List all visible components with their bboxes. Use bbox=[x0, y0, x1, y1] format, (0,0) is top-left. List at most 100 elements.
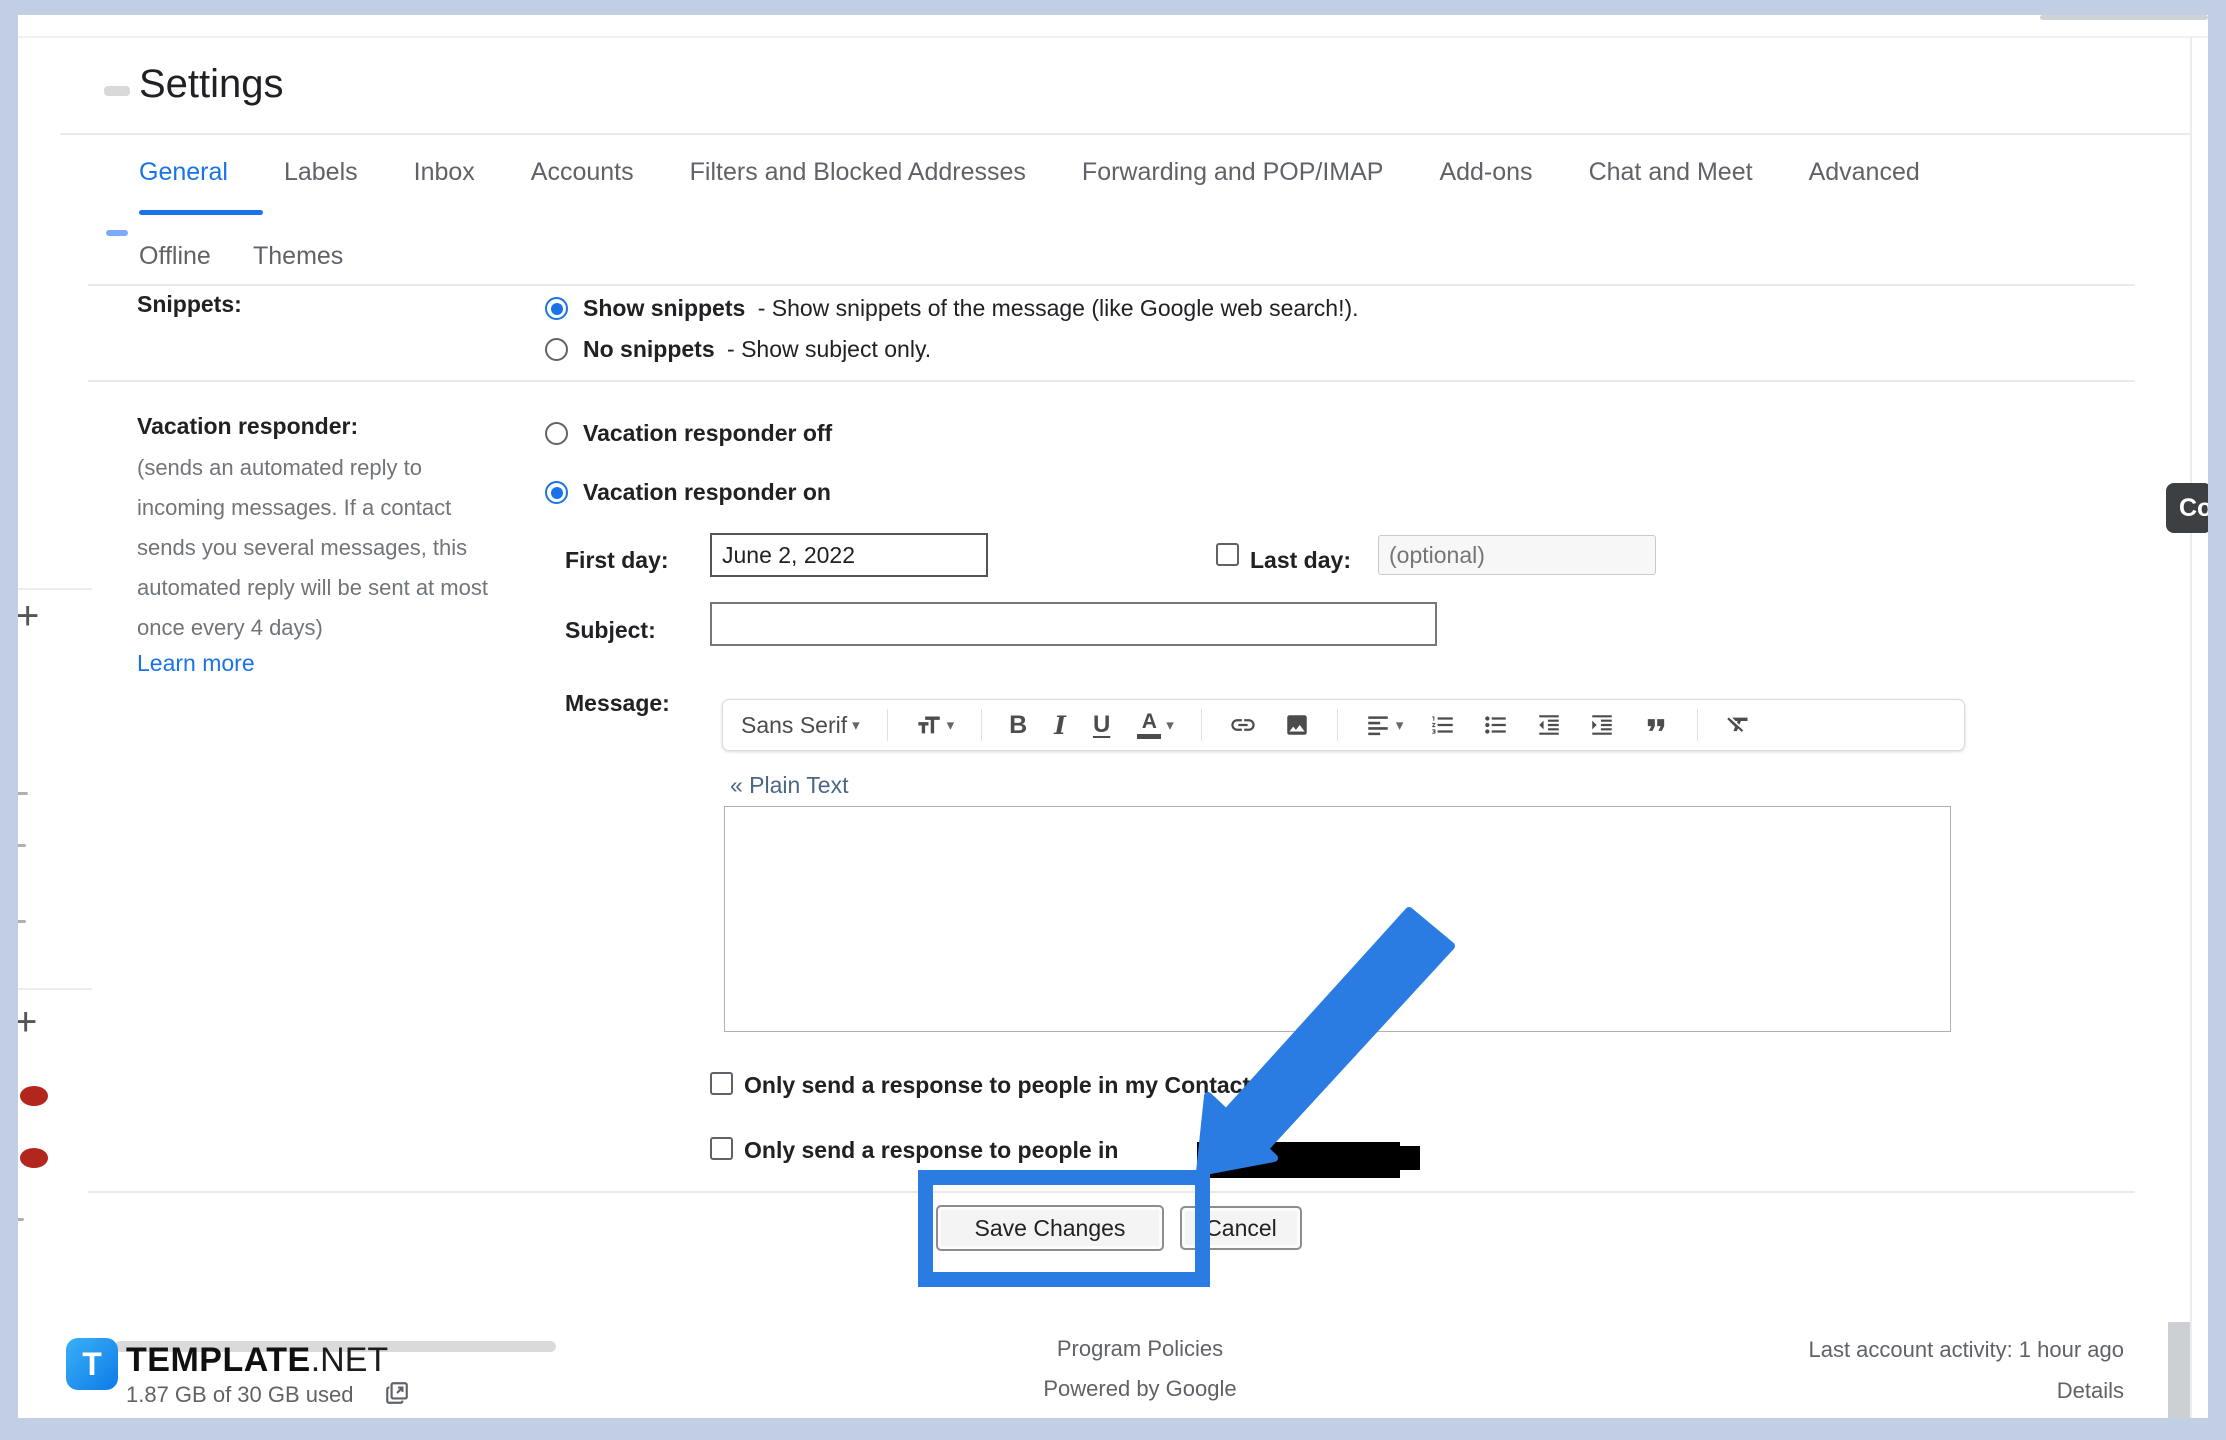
tab-chat-and-meet[interactable]: Chat and Meet bbox=[1589, 158, 1753, 187]
storage-usage-text: 1.87 GB of 30 GB used bbox=[126, 1382, 353, 1408]
contacts-only-checkbox[interactable] bbox=[710, 1072, 733, 1095]
indent-more-icon[interactable] bbox=[1589, 712, 1615, 738]
active-tab-underline bbox=[139, 210, 263, 215]
vacation-on-radio[interactable] bbox=[545, 481, 568, 504]
left-nav-divider bbox=[12, 588, 92, 590]
quote-icon[interactable] bbox=[1642, 711, 1670, 739]
left-nav-dash bbox=[16, 844, 26, 847]
option-desc: - Show subject only. bbox=[727, 336, 931, 362]
tab-forwarding[interactable]: Forwarding and POP/IMAP bbox=[1082, 158, 1384, 187]
font-family-value: Sans Serif bbox=[741, 712, 847, 739]
chevron-down-icon: ▾ bbox=[947, 716, 955, 734]
tab-filters[interactable]: Filters and Blocked Addresses bbox=[690, 158, 1026, 187]
subject-input[interactable] bbox=[710, 602, 1437, 646]
underline-icon[interactable]: U bbox=[1093, 711, 1110, 739]
brand-suffix: .NET bbox=[311, 1341, 388, 1379]
scrollbar-thumb[interactable] bbox=[2168, 1322, 2190, 1418]
tab-addons[interactable]: Add-ons bbox=[1439, 158, 1532, 187]
toolbar-separator bbox=[887, 709, 888, 741]
program-policies-link[interactable]: Program Policies bbox=[1000, 1336, 1280, 1362]
show-snippets-radio[interactable] bbox=[545, 297, 568, 320]
plus-icon[interactable]: + bbox=[16, 596, 39, 636]
vacation-on-label: Vacation responder on bbox=[583, 479, 831, 506]
redaction-bar bbox=[1197, 1142, 1400, 1178]
last-day-checkbox[interactable] bbox=[1216, 543, 1239, 566]
vacation-responder-note: (sends an automated reply to incoming me… bbox=[137, 448, 512, 648]
redaction-bar bbox=[1395, 1146, 1420, 1170]
learn-more-link[interactable]: Learn more bbox=[137, 650, 255, 677]
details-link[interactable]: Details bbox=[2057, 1378, 2124, 1404]
domain-only-checkbox[interactable] bbox=[710, 1137, 733, 1160]
insert-image-icon[interactable] bbox=[1284, 712, 1310, 738]
chevron-down-icon: ▾ bbox=[1166, 716, 1174, 734]
left-nav-dash bbox=[14, 920, 26, 923]
left-nav-dash bbox=[14, 1218, 24, 1221]
subject-label: Subject: bbox=[565, 617, 656, 644]
highlight-box-annotation bbox=[918, 1170, 1210, 1287]
compose-tooltip-fragment[interactable]: Co bbox=[2166, 483, 2212, 533]
vacation-off-radio[interactable] bbox=[545, 422, 568, 445]
page-title: Settings bbox=[139, 62, 284, 107]
chevron-down-icon: ▾ bbox=[1396, 716, 1404, 734]
tab-general[interactable]: General bbox=[139, 158, 228, 187]
plain-text-link[interactable]: « Plain Text bbox=[730, 772, 848, 799]
red-label-dot bbox=[20, 1148, 48, 1168]
chevron-down-icon: ▾ bbox=[852, 716, 860, 734]
right-edge-line bbox=[2190, 36, 2192, 1418]
font-family-dropdown[interactable]: Sans Serif ▾ bbox=[741, 712, 860, 739]
left-nav-fragment-blue bbox=[106, 230, 128, 236]
settings-tabs-row1: General Labels Inbox Accounts Filters an… bbox=[139, 158, 1920, 187]
open-in-new-icon[interactable] bbox=[384, 1380, 410, 1406]
numbered-list-icon[interactable] bbox=[1430, 712, 1456, 738]
formatting-toolbar: Sans Serif ▾ ▾ B I U A ▾ ▾ bbox=[722, 699, 1965, 751]
template-net-logo-letter: T bbox=[82, 1346, 102, 1383]
toolbar-separator bbox=[1697, 709, 1698, 741]
indent-less-icon[interactable] bbox=[1536, 712, 1562, 738]
gmail-settings-screenshot: + + Settings General Labels Inbox Accoun… bbox=[0, 0, 2226, 1440]
template-net-logo: T bbox=[66, 1338, 118, 1390]
bold-icon[interactable]: B bbox=[1009, 711, 1027, 740]
tab-inbox[interactable]: Inbox bbox=[414, 158, 475, 187]
top-right-bar-fragment bbox=[2040, 15, 2208, 20]
text-size-icon[interactable]: ▾ bbox=[915, 712, 955, 739]
first-day-input[interactable] bbox=[710, 533, 988, 577]
text-color-icon[interactable]: A ▾ bbox=[1137, 711, 1174, 739]
snippets-label: Snippets: bbox=[137, 291, 242, 318]
option-title: Show snippets bbox=[583, 295, 745, 321]
last-day-input[interactable] bbox=[1378, 535, 1656, 575]
tab-themes[interactable]: Themes bbox=[253, 242, 343, 271]
left-nav-dash bbox=[16, 792, 28, 795]
no-snippets-option: No snippets - Show subject only. bbox=[583, 336, 931, 363]
italic-icon[interactable]: I bbox=[1054, 711, 1066, 740]
divider bbox=[60, 133, 2190, 135]
vacation-responder-label: Vacation responder: bbox=[137, 413, 358, 440]
brand-bold: TEMPLATE bbox=[126, 1341, 311, 1379]
toolbar-separator bbox=[1201, 709, 1202, 741]
tab-accounts[interactable]: Accounts bbox=[531, 158, 634, 187]
contacts-only-label: Only send a response to people in my Con… bbox=[744, 1072, 1263, 1099]
last-account-activity: Last account activity: 1 hour ago bbox=[1808, 1337, 2124, 1363]
tab-labels[interactable]: Labels bbox=[284, 158, 358, 187]
red-label-dot bbox=[20, 1086, 48, 1106]
message-label: Message: bbox=[565, 690, 670, 717]
show-snippets-option: Show snippets - Show snippets of the mes… bbox=[583, 295, 1359, 322]
remove-formatting-icon[interactable] bbox=[1725, 712, 1752, 739]
no-snippets-radio[interactable] bbox=[545, 338, 568, 361]
last-day-label: Last day: bbox=[1250, 547, 1351, 574]
toolbar-separator bbox=[1337, 709, 1338, 741]
option-desc: - Show snippets of the message (like Goo… bbox=[758, 295, 1359, 321]
plus-icon[interactable]: + bbox=[14, 1002, 37, 1042]
bulleted-list-icon[interactable] bbox=[1483, 712, 1509, 738]
domain-only-label: Only send a response to people in bbox=[744, 1137, 1118, 1164]
align-icon[interactable]: ▾ bbox=[1365, 712, 1404, 738]
tab-offline[interactable]: Offline bbox=[139, 242, 211, 271]
message-textarea[interactable] bbox=[724, 806, 1951, 1032]
vacation-off-label: Vacation responder off bbox=[583, 420, 832, 447]
tab-advanced[interactable]: Advanced bbox=[1809, 158, 1920, 187]
template-net-wordmark: TEMPLATE.NET bbox=[126, 1340, 388, 1380]
top-divider-line bbox=[18, 36, 2208, 38]
powered-by-google: Powered by Google bbox=[1000, 1376, 1280, 1402]
divider bbox=[88, 380, 2135, 382]
cancel-label: Cancel bbox=[1205, 1215, 1277, 1242]
insert-link-icon[interactable] bbox=[1229, 711, 1257, 739]
